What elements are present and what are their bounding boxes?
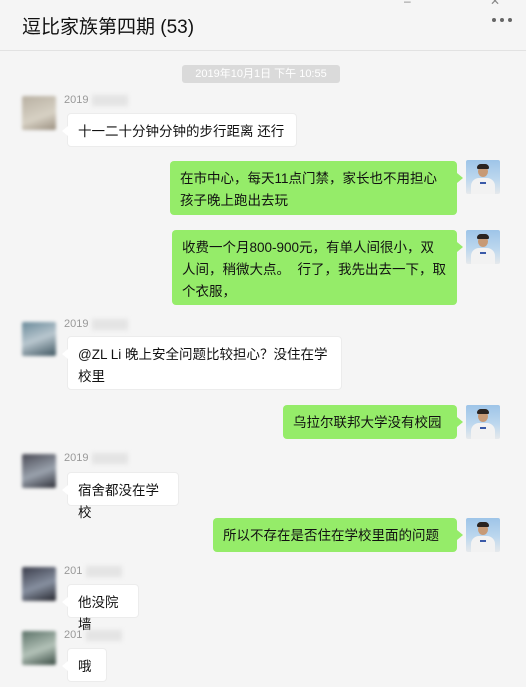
message-bubble[interactable]: 他没院墙 [62, 584, 139, 632]
sender-name: 2019 [64, 452, 129, 464]
message-bubble[interactable]: 收费一个月800-900元，有单人间很小，双人间，稍微大点。 行了，我先出去一下… [172, 230, 463, 305]
my-avatar[interactable] [466, 405, 500, 439]
message-bubble[interactable]: 乌拉尔联邦大学没有校园 [283, 405, 463, 439]
sender-avatar[interactable] [22, 96, 56, 130]
chat-title: 逗比家族第四期 (53) [22, 17, 195, 38]
sender-name: 2019 [64, 94, 129, 106]
chat-header: 逗比家族第四期 (53) – ✕ [0, 0, 526, 51]
sender-name: 2019 [64, 318, 129, 330]
sender-name: 201 [64, 565, 123, 577]
timestamp-divider: 2019年10月1日 下午 10:55 [182, 65, 340, 83]
sender-avatar[interactable] [22, 567, 56, 601]
message-bubble[interactable]: 十一二十分钟分钟的步行距离 还行 [62, 113, 297, 147]
my-avatar[interactable] [466, 160, 500, 194]
sender-avatar[interactable] [22, 454, 56, 488]
close-button[interactable]: ✕ [490, 0, 500, 8]
message-bubble[interactable]: @ZL Li 晚上安全问题比较担心？没住在学校里 [62, 336, 342, 390]
minimize-button[interactable]: – [404, 0, 411, 8]
message-bubble[interactable]: 宿舍都没在学校 [62, 472, 179, 520]
more-icon[interactable] [492, 18, 512, 24]
message-bubble[interactable]: 所以不存在是否住在学校里面的问题 [213, 518, 463, 552]
sender-avatar[interactable] [22, 322, 56, 356]
message-bubble[interactable]: 哦 [62, 648, 107, 682]
sender-name: 201 [64, 629, 123, 641]
sender-avatar[interactable] [22, 631, 56, 665]
my-avatar[interactable] [466, 230, 500, 264]
message-bubble[interactable]: 在市中心，每天11点门禁，家长也不用担心孩子晚上跑出去玩 [170, 161, 463, 215]
my-avatar[interactable] [466, 518, 500, 552]
